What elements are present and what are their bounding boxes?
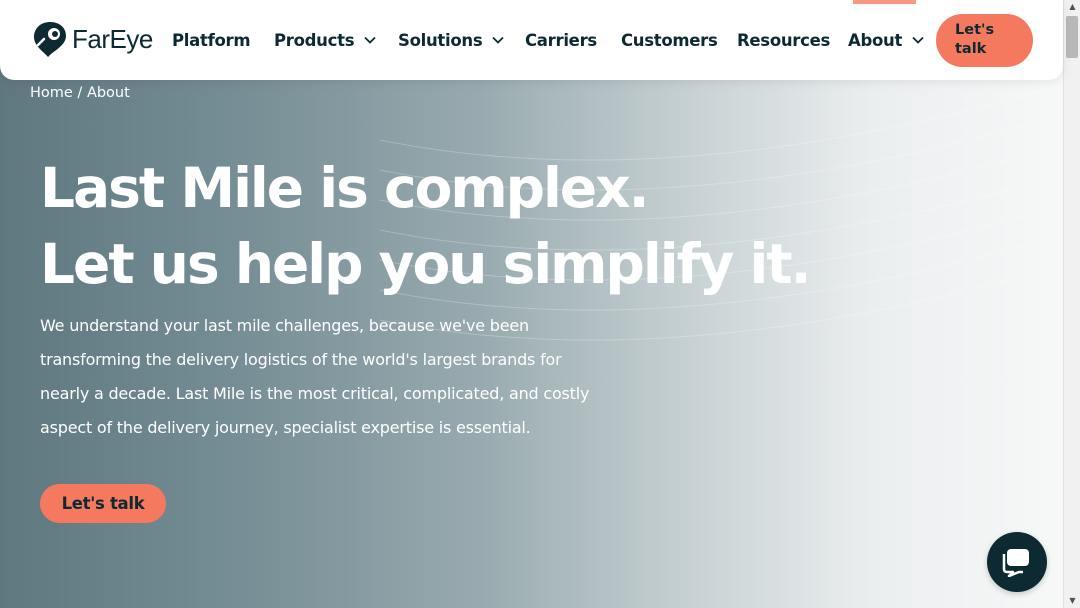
scroll-down-arrow-icon[interactable]: ▼	[1064, 594, 1080, 608]
hero-headline: Last Mile is complex. Let us help you si…	[40, 150, 812, 302]
nav-resources-label: Resources	[737, 30, 831, 50]
lets-talk-hero-button[interactable]: Let's talk	[40, 484, 166, 523]
page-scrollbar[interactable]: ▲ ▼	[1063, 0, 1080, 608]
nav-solutions-label: Solutions	[398, 30, 483, 50]
chat-widget-button[interactable]	[987, 532, 1047, 592]
fareye-logo[interactable]: FarEye	[30, 19, 153, 59]
breadcrumb-separator: /	[72, 85, 87, 101]
chat-bubble-icon	[1002, 549, 1029, 577]
breadcrumb-home[interactable]: Home	[30, 85, 73, 101]
nav-resources[interactable]: Resources	[737, 28, 830, 52]
chevron-down-icon	[912, 36, 924, 44]
nav-products-label: Products	[274, 30, 355, 50]
nav-about[interactable]: About	[848, 28, 924, 52]
hero-section: Home / About Last Mile is complex. Let u…	[0, 0, 1063, 608]
nav-carriers-label: Carriers	[525, 30, 597, 50]
scroll-up-arrow-icon[interactable]: ▲	[1064, 0, 1080, 14]
logo-text: FarEye	[72, 23, 153, 54]
talk-nav-line-2: talk	[955, 41, 987, 57]
nav-about-label: About	[848, 30, 903, 50]
nav-platform-label: Platform	[172, 30, 251, 50]
chevron-down-icon	[492, 36, 505, 44]
chevron-down-icon	[364, 36, 376, 44]
nav-products[interactable]: Products	[274, 28, 376, 52]
headline-line-1: Last Mile is complex.	[40, 156, 650, 220]
hero-paragraph: We understand your last mile challenges,…	[40, 316, 590, 437]
breadcrumb: Home / About	[30, 85, 130, 101]
top-navbar: FarEye Platform Products Solutions Carri…	[0, 0, 1063, 80]
breadcrumb-current: About	[86, 85, 130, 101]
nav-solutions[interactable]: Solutions	[398, 28, 505, 52]
nav-customers-label: Customers	[621, 30, 718, 50]
nav-customers[interactable]: Customers	[621, 28, 718, 52]
headline-line-2: Let us help you simplify it.	[40, 232, 812, 296]
talk-nav-line-1: Let's	[955, 22, 995, 38]
nav-platform[interactable]: Platform	[172, 28, 251, 52]
lets-talk-nav-button[interactable]: Let's talk	[936, 14, 1033, 67]
fareye-pin-logo-icon	[34, 22, 66, 57]
nav-carriers[interactable]: Carriers	[525, 28, 597, 52]
nav-active-indicator	[853, 0, 916, 4]
scroll-thumb[interactable]	[1066, 16, 1078, 58]
